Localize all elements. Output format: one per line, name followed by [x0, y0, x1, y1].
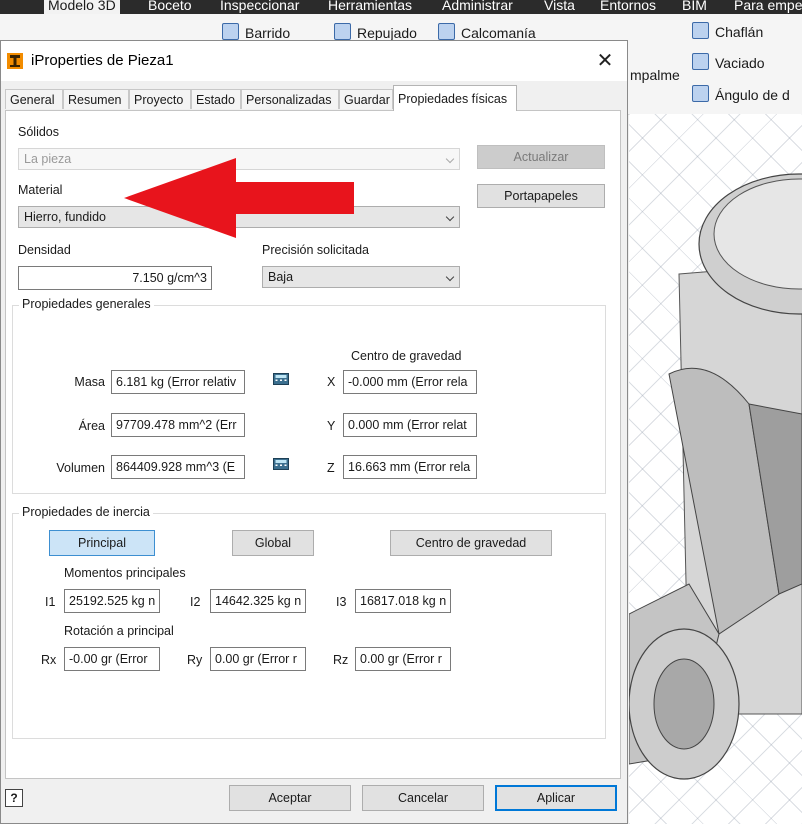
i2-label: I2 — [190, 595, 201, 609]
ribbon-tab-vista[interactable]: Vista — [540, 0, 579, 14]
aplicar-button[interactable]: Aplicar — [495, 785, 617, 811]
x-label: X — [327, 375, 336, 389]
angulo-command[interactable]: Ángulo de d — [692, 85, 790, 105]
decal-icon — [438, 23, 455, 40]
3d-viewport[interactable] — [629, 114, 802, 824]
shell-icon — [692, 53, 709, 70]
chevron-down-icon — [445, 154, 455, 164]
barrido-label: Barrido — [245, 25, 291, 41]
inventor-app-icon — [7, 53, 23, 69]
propiedades-inercia-group: Propiedades de inercia Principal Global … — [12, 505, 606, 739]
material-label: Material — [18, 183, 63, 197]
ry-field[interactable]: 0.00 gr (Error r — [210, 647, 306, 671]
calculator-icon[interactable] — [273, 373, 289, 385]
close-button[interactable]: ✕ — [591, 47, 619, 75]
rotacion-principal-label: Rotación a principal — [64, 624, 174, 638]
volumen-label: Volumen — [56, 461, 105, 475]
chevron-down-icon — [445, 212, 455, 222]
ribbon-tab-modelo-3d[interactable]: Modelo 3D — [44, 0, 120, 14]
ribbon-tab-bim[interactable]: BIM — [678, 0, 711, 14]
repujado-label: Repujado — [357, 25, 417, 41]
tab-general[interactable]: General — [5, 89, 63, 109]
close-icon: ✕ — [596, 50, 614, 72]
rz-field[interactable]: 0.00 gr (Error r — [355, 647, 451, 671]
dialog-title: iProperties de Pieza1 — [31, 52, 174, 69]
masa-field[interactable]: 6.181 kg (Error relativ — [111, 370, 245, 394]
empalme-command[interactable]: mpalme — [630, 65, 680, 85]
cog-x-field[interactable]: -0.000 mm (Error rela — [343, 370, 477, 394]
area-field[interactable]: 97709.478 mm^2 (Err — [111, 413, 245, 437]
i1-label: I1 — [45, 595, 56, 609]
precision-label: Precisión solicitada — [262, 243, 369, 257]
vaciado-label: Vaciado — [715, 55, 765, 71]
material-value: Hierro, fundido — [24, 210, 106, 224]
actualizar-button[interactable]: Actualizar — [477, 145, 605, 169]
rx-label: Rx — [41, 653, 57, 667]
tab-personalizadas[interactable]: Personalizadas — [241, 89, 339, 109]
i1-field[interactable]: 25192.525 kg n — [64, 589, 160, 613]
i2-field[interactable]: 14642.325 kg n — [210, 589, 306, 613]
chaflan-label: Chaflán — [715, 24, 764, 40]
principal-button[interactable]: Principal — [49, 530, 155, 556]
ribbon-tab-administrar[interactable]: Administrar — [438, 0, 517, 14]
rx-field[interactable]: -0.00 gr (Error — [64, 647, 160, 671]
cog-y-field[interactable]: 0.000 mm (Error relat — [343, 413, 477, 437]
emboss-icon — [334, 23, 351, 40]
centro-gravedad-title: Centro de gravedad — [351, 349, 462, 363]
y-label: Y — [327, 419, 336, 433]
z-label: Z — [327, 461, 335, 475]
empalme-label: mpalme — [630, 67, 680, 83]
help-icon[interactable]: ? — [5, 789, 23, 807]
precision-value: Baja — [268, 270, 294, 284]
masa-label: Masa — [74, 375, 105, 389]
ry-label: Ry — [187, 653, 203, 667]
ribbon-tab-herramientas[interactable]: Herramientas — [324, 0, 416, 14]
calcomania-label: Calcomanía — [461, 25, 536, 41]
portapapeles-button[interactable]: Portapapeles — [477, 184, 605, 208]
aceptar-button[interactable]: Aceptar — [229, 785, 351, 811]
solidos-label: Sólidos — [18, 125, 59, 139]
i3-field[interactable]: 16817.018 kg n — [355, 589, 451, 613]
area-label: Área — [78, 419, 105, 433]
ribbon-tab-boceto[interactable]: Boceto — [144, 0, 196, 14]
cog-z-field[interactable]: 16.663 mm (Error rela — [343, 455, 477, 479]
momentos-principales-label: Momentos principales — [64, 566, 186, 580]
chevron-down-icon — [445, 272, 455, 282]
part-model — [629, 173, 802, 780]
volumen-field[interactable]: 864409.928 mm^3 (E — [111, 455, 245, 479]
tab-proyecto[interactable]: Proyecto — [129, 89, 191, 109]
precision-dropdown[interactable]: Baja — [262, 266, 460, 288]
rz-label: Rz — [333, 653, 349, 667]
sweep-icon — [222, 23, 239, 40]
propiedades-inercia-title: Propiedades de inercia — [19, 505, 153, 519]
ribbon-tab-inspeccionar[interactable]: Inspeccionar — [216, 0, 303, 14]
propiedades-generales-title: Propiedades generales — [19, 297, 154, 311]
ribbon-tab-bar: Modelo 3D Boceto Inspeccionar Herramient… — [0, 0, 802, 14]
draft-angle-icon — [692, 85, 709, 102]
annotation-arrow — [124, 158, 354, 238]
densidad-field[interactable]: 7.150 g/cm^3 — [18, 266, 212, 290]
vaciado-command[interactable]: Vaciado — [692, 53, 765, 73]
ribbon-tab-entornos[interactable]: Entornos — [596, 0, 660, 14]
ribbon-tab-para-empezar[interactable]: Para empe — [730, 0, 802, 14]
tab-guardar[interactable]: Guardar — [339, 89, 393, 109]
chamfer-icon — [692, 22, 709, 39]
tab-propiedades-fisicas[interactable]: Propiedades físicas — [393, 85, 517, 111]
tab-estado[interactable]: Estado — [191, 89, 241, 109]
cancelar-button[interactable]: Cancelar — [362, 785, 484, 811]
calculator-icon[interactable] — [273, 458, 289, 470]
centro-gravedad-button[interactable]: Centro de gravedad — [390, 530, 552, 556]
solidos-value: La pieza — [24, 152, 72, 166]
densidad-label: Densidad — [18, 243, 71, 257]
angulo-label: Ángulo de d — [715, 87, 790, 103]
global-button[interactable]: Global — [232, 530, 314, 556]
chaflan-command[interactable]: Chaflán — [692, 22, 763, 42]
tab-resumen[interactable]: Resumen — [63, 89, 129, 109]
propiedades-generales-group: Propiedades generales Centro de gravedad… — [12, 297, 606, 494]
dialog-titlebar: iProperties de Pieza1 ✕ — [1, 41, 627, 81]
i3-label: I3 — [336, 595, 347, 609]
